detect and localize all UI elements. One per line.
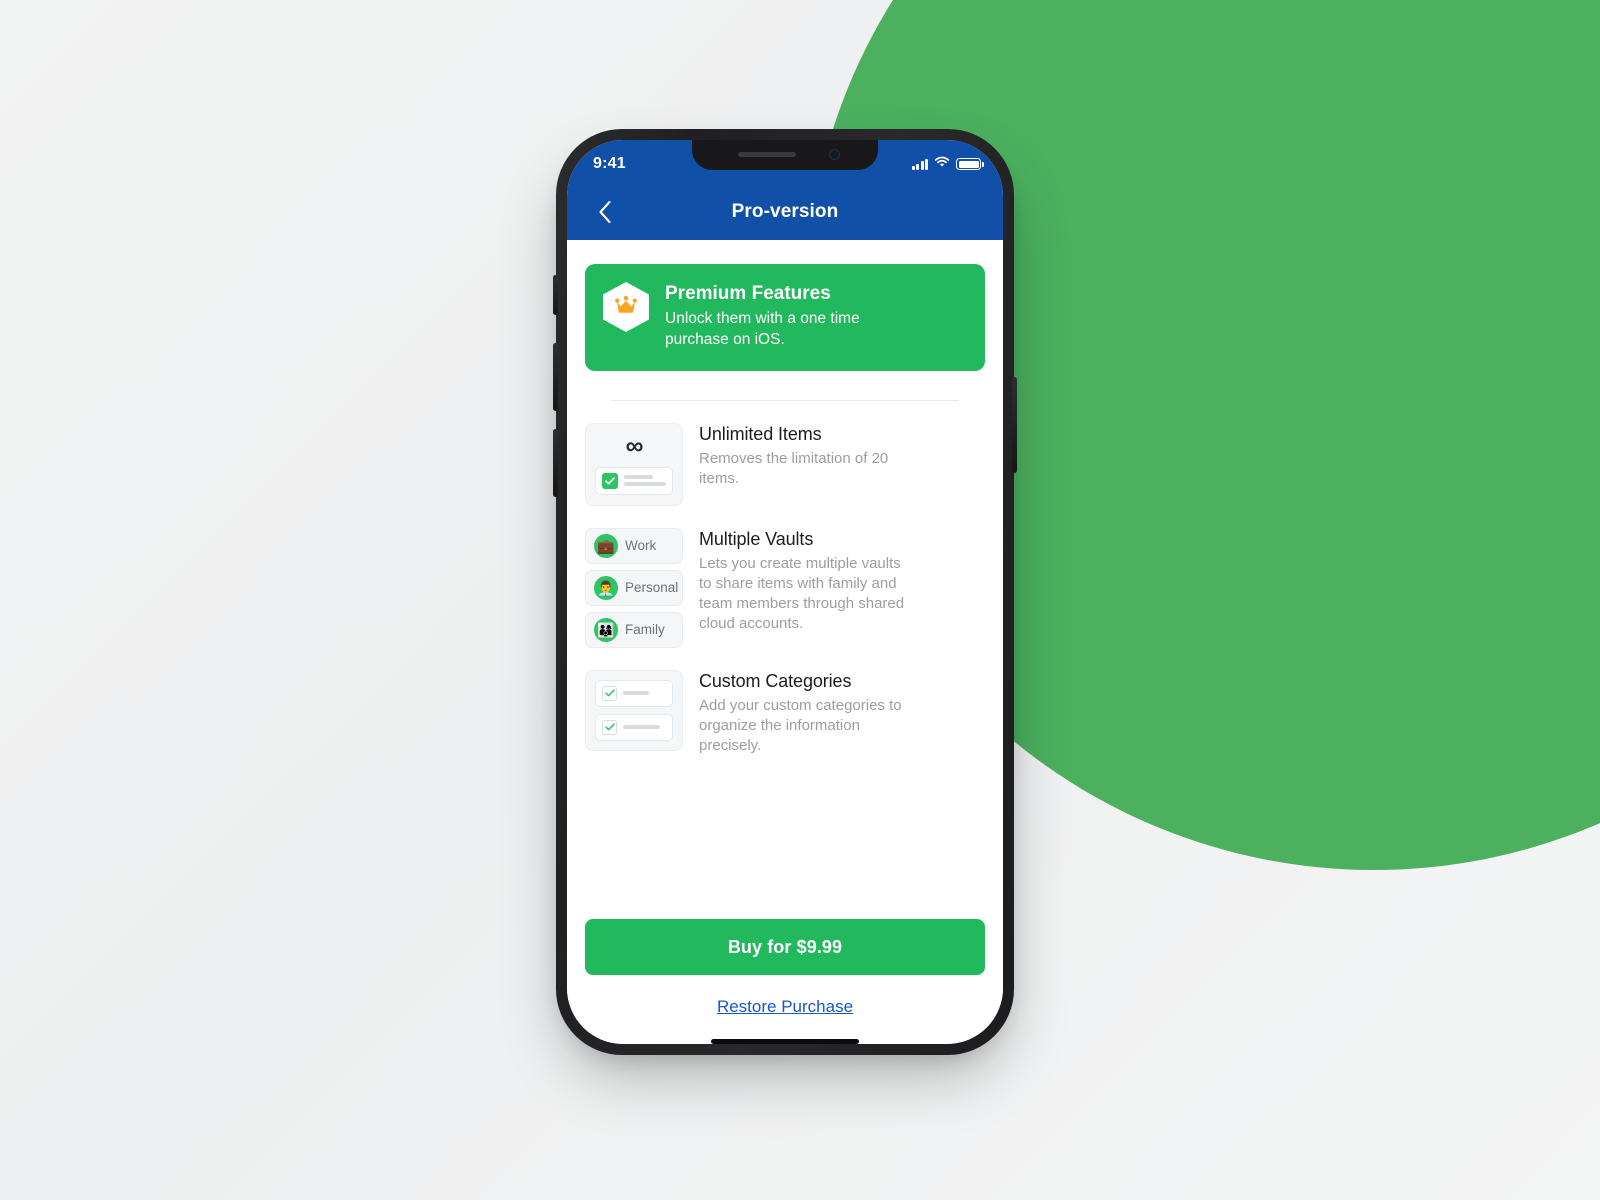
buy-button[interactable]: Buy for $9.99	[585, 919, 985, 975]
checked-checkbox-icon	[602, 472, 618, 489]
iphone-device-mockup: 9:41 Pro-version Premium Features Unlock…	[553, 129, 1017, 1055]
navigation-bar: Pro-version	[567, 184, 1003, 240]
feature-text: Multiple Vaults Lets you create multiple…	[699, 528, 917, 634]
silent-switch[interactable]	[553, 275, 558, 315]
list-item	[595, 466, 673, 495]
feature-title: Multiple Vaults	[699, 528, 814, 549]
vault-label: Family	[625, 622, 665, 638]
wifi-icon	[934, 155, 950, 173]
crown-icon	[614, 295, 638, 320]
feature-item-custom-categories: Custom Categories Add your custom catego…	[585, 669, 985, 756]
vault-label: Work	[625, 538, 657, 554]
earpiece-speaker	[738, 152, 796, 157]
volume-down-button[interactable]	[553, 429, 558, 497]
banner-title: Premium Features	[665, 283, 831, 304]
front-camera	[829, 149, 840, 160]
chevron-left-icon[interactable]	[585, 192, 625, 232]
crown-badge	[603, 282, 649, 332]
premium-features-banner: Premium Features Unlock them with a one …	[585, 264, 985, 371]
placeholder-bars	[623, 725, 666, 730]
device-screen: 9:41 Pro-version Premium Features Unlock…	[567, 140, 1003, 1044]
family-icon: 👨‍👩‍👦	[594, 617, 618, 642]
feature-description: Add your custom categories to organize t…	[699, 696, 902, 754]
feature-thumbnail	[585, 669, 683, 751]
list-item[interactable]: 💼 Work	[585, 527, 683, 564]
home-indicator[interactable]	[711, 1039, 859, 1044]
checked-checkbox-icon	[602, 685, 617, 701]
feature-title: Custom Categories	[699, 670, 852, 691]
custom-categories-thumbnail	[585, 669, 683, 751]
status-time: 9:41	[593, 155, 626, 172]
battery-icon	[956, 158, 984, 170]
signal-icon	[911, 158, 928, 170]
unlimited-items-thumbnail: ∞	[585, 422, 683, 506]
feature-item-unlimited-items: ∞ Unlimited Items Removes the limitation…	[585, 422, 985, 506]
feature-title: Unlimited Items	[699, 423, 822, 444]
briefcase-icon: 💼	[594, 533, 618, 558]
vault-chip-list: 💼 Work 👨‍💼 Personal 👨‍👩‍👦 Family	[585, 527, 683, 648]
checked-checkbox-icon	[602, 719, 617, 735]
feature-text: Unlimited Items Removes the limitation o…	[699, 423, 917, 489]
power-button[interactable]	[1012, 377, 1017, 473]
placeholder-bars	[623, 691, 666, 696]
list-item[interactable]: 👨‍💼 Personal	[585, 569, 683, 606]
placeholder-bars	[624, 475, 666, 487]
infinity-icon: ∞	[625, 431, 644, 460]
page-title: Pro-version	[731, 201, 839, 222]
restore-purchase-link[interactable]: Restore Purchase	[585, 997, 985, 1017]
feature-thumbnail: ∞	[585, 422, 683, 506]
device-notch	[692, 140, 878, 170]
feature-description: Lets you create multiple vaults to share…	[699, 554, 905, 632]
feature-thumbnail: 💼 Work 👨‍💼 Personal 👨‍👩‍👦 Family	[585, 527, 683, 648]
banner-subtitle: Unlock them with a one time purchase on …	[665, 310, 860, 349]
status-icon-group	[911, 151, 984, 173]
hexagon-shape	[603, 282, 649, 332]
purchase-footer: Buy for $9.99 Restore Purchase	[567, 919, 1003, 1044]
volume-up-button[interactable]	[553, 343, 558, 411]
banner-text: Premium Features Unlock them with a one …	[665, 282, 895, 351]
list-item[interactable]: 👨‍👩‍👦 Family	[585, 611, 683, 648]
screenshot-canvas: 9:41 Pro-version Premium Features Unlock…	[0, 0, 1600, 1200]
list-item	[595, 713, 673, 741]
vault-label: Personal	[625, 580, 679, 596]
feature-text: Custom Categories Add your custom catego…	[699, 670, 917, 756]
businessman-icon: 👨‍💼	[594, 575, 618, 600]
page-content: Premium Features Unlock them with a one …	[567, 240, 1003, 1044]
feature-list: ∞ Unlimited Items Removes the limitation…	[567, 401, 1003, 756]
list-item	[595, 679, 673, 707]
feature-item-multiple-vaults: 💼 Work 👨‍💼 Personal 👨‍👩‍👦 Family	[585, 527, 985, 648]
feature-description: Removes the limitation of 20 items.	[699, 449, 889, 487]
